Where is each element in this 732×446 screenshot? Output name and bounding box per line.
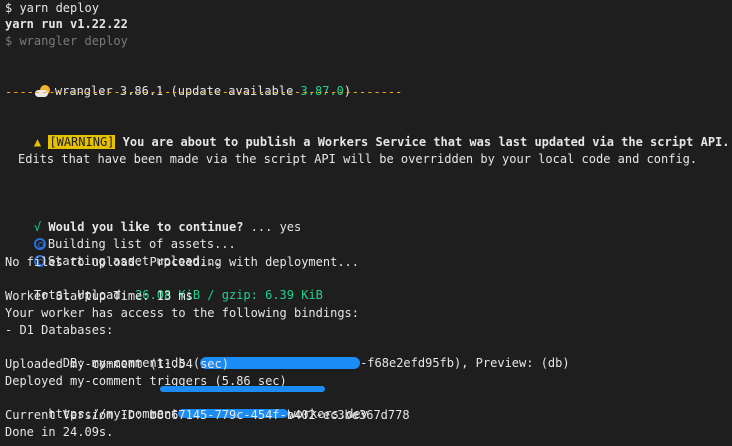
wrangler-command-line: $ wrangler deploy bbox=[5, 34, 128, 48]
separator-dashes: ----------------------------------------… bbox=[5, 85, 403, 99]
wrangler-version-line: wrangler 3.86.1 (update available 3.87.0… bbox=[0, 67, 351, 98]
total-upload-line: Total Upload: 26.08 KiB / gzip: 6.39 KiB bbox=[5, 271, 323, 302]
no-files-line: No files to upload. Proceeding with depl… bbox=[5, 255, 360, 269]
version-id-line: Current Version ID: b8c67145-779c-454f-b… bbox=[5, 408, 410, 422]
warning-message: You are about to publish a Workers Servi… bbox=[122, 135, 730, 149]
done-line: Done in 24.09s. bbox=[5, 425, 114, 439]
d1-databases-line: - D1 Databases: bbox=[5, 323, 114, 337]
continue-answer: ... yes bbox=[243, 220, 302, 234]
redaction-scribble bbox=[160, 386, 325, 392]
worker-url-line[interactable]: https://my-comment workers.dev bbox=[5, 390, 368, 421]
edits-message: Edits that have been made via the script… bbox=[18, 152, 698, 166]
db-binding-line: - DB: my-comment-db (-f68e2efd95fb), Pre… bbox=[5, 339, 569, 370]
terminal[interactable]: $ yarn deploy yarn run v1.22.22 $ wrangl… bbox=[0, 0, 732, 446]
continue-line: √ Would you like to continue? ... yes bbox=[5, 203, 301, 234]
uploaded-line: Uploaded my-comment (11.54 sec) bbox=[5, 357, 229, 371]
command-line: $ yarn deploy bbox=[5, 1, 99, 15]
building-assets-line: Building list of assets... bbox=[5, 220, 236, 251]
db-binding-suffix: -f68e2efd95fb), Preview: (db) bbox=[360, 356, 570, 370]
startup-time-line: Worker Startup Time: 13 ms bbox=[5, 289, 193, 303]
starting-upload-line: Starting asset upload... bbox=[5, 237, 221, 268]
bindings-line: Your worker has access to the following … bbox=[5, 306, 360, 320]
warning-line: ▲ [WARNING] You are about to publish a W… bbox=[5, 118, 730, 149]
warning-triangle-icon: ▲ bbox=[33, 135, 42, 149]
warning-badge: [WARNING] bbox=[48, 135, 116, 149]
yarn-run-line: yarn run v1.22.22 bbox=[5, 17, 128, 31]
